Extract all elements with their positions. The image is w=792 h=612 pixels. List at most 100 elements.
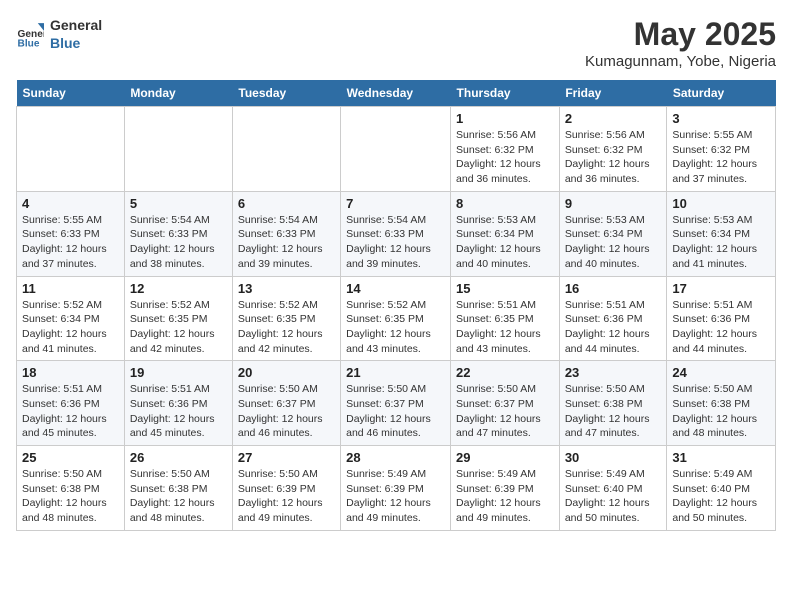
day-number: 7 [346, 196, 445, 211]
calendar-cell: 11 Sunrise: 5:52 AM Sunset: 6:34 PM Dayli… [17, 276, 125, 361]
calendar-cell [17, 107, 125, 192]
calendar-body: 1 Sunrise: 5:56 AM Sunset: 6:32 PM Daylig… [17, 107, 776, 531]
day-info: Sunrise: 5:51 AM Sunset: 6:36 PM Dayligh… [672, 298, 770, 357]
day-info: Sunrise: 5:51 AM Sunset: 6:36 PM Dayligh… [565, 298, 662, 357]
header-day-wednesday: Wednesday [341, 80, 451, 107]
calendar-cell: 12Sunrise: 5:52 AM Sunset: 6:35 PM Dayli… [124, 276, 232, 361]
page-title: May 2025 [585, 16, 776, 53]
calendar-cell: 27Sunrise: 5:50 AM Sunset: 6:39 PM Dayli… [232, 446, 340, 531]
calendar-cell: 22 Sunrise: 5:50 AM Sunset: 6:37 PM Dayli… [451, 361, 560, 446]
calendar-cell: 26 Sunrise: 5:50 AM Sunset: 6:38 PM Dayli… [124, 446, 232, 531]
day-info: Sunrise: 5:49 AM Sunset: 6:40 PM Dayligh… [565, 467, 662, 526]
calendar-cell: 19 Sunrise: 5:51 AM Sunset: 6:36 PM Dayli… [124, 361, 232, 446]
day-number: 16 [565, 281, 662, 296]
day-number: 20 [238, 365, 335, 380]
day-info: Sunrise: 5:55 AM Sunset: 6:32 PM Dayligh… [672, 128, 770, 187]
page-header: General Blue General Blue May 2025 Kumag… [16, 16, 776, 70]
day-number: 11 [22, 281, 119, 296]
logo-general-text: General [50, 16, 102, 34]
calendar-cell [232, 107, 340, 192]
calendar-cell: 24Sunrise: 5:50 AM Sunset: 6:38 PM Dayli… [667, 361, 776, 446]
day-number: 5 [130, 196, 227, 211]
calendar-cell: 6 Sunrise: 5:54 AM Sunset: 6:33 PM Daylig… [232, 191, 340, 276]
logo-blue-text: Blue [50, 34, 102, 52]
week-row-4: 18 Sunrise: 5:51 AM Sunset: 6:36 PM Dayli… [17, 361, 776, 446]
header-day-monday: Monday [124, 80, 232, 107]
day-info: Sunrise: 5:54 AM Sunset: 6:33 PM Dayligh… [130, 213, 227, 272]
day-number: 31 [672, 450, 770, 465]
day-info: Sunrise: 5:52 AM Sunset: 6:35 PM Dayligh… [346, 298, 445, 357]
day-number: 27 [238, 450, 335, 465]
svg-text:Blue: Blue [18, 39, 40, 49]
day-number: 17 [672, 281, 770, 296]
day-number: 9 [565, 196, 662, 211]
calendar-cell: 9 Sunrise: 5:53 AM Sunset: 6:34 PM Daylig… [559, 191, 667, 276]
calendar-cell: 28Sunrise: 5:49 AM Sunset: 6:39 PM Dayli… [341, 446, 451, 531]
day-info: Sunrise: 5:53 AM Sunset: 6:34 PM Dayligh… [456, 213, 554, 272]
day-info: Sunrise: 5:53 AM Sunset: 6:34 PM Dayligh… [565, 213, 662, 272]
calendar-cell: 3 Sunrise: 5:55 AM Sunset: 6:32 PM Daylig… [667, 107, 776, 192]
day-info: Sunrise: 5:52 AM Sunset: 6:35 PM Dayligh… [130, 298, 227, 357]
day-number: 18 [22, 365, 119, 380]
day-info: Sunrise: 5:50 AM Sunset: 6:37 PM Dayligh… [346, 382, 445, 441]
calendar-cell: 21 Sunrise: 5:50 AM Sunset: 6:37 PM Dayli… [341, 361, 451, 446]
day-number: 14 [346, 281, 445, 296]
calendar-cell: 14 Sunrise: 5:52 AM Sunset: 6:35 PM Dayli… [341, 276, 451, 361]
header-day-thursday: Thursday [451, 80, 560, 107]
week-row-3: 11 Sunrise: 5:52 AM Sunset: 6:34 PM Dayli… [17, 276, 776, 361]
day-number: 2 [565, 111, 662, 126]
title-block: May 2025 Kumagunnam, Yobe, Nigeria [585, 16, 776, 70]
day-info: Sunrise: 5:56 AM Sunset: 6:32 PM Dayligh… [565, 128, 662, 187]
week-row-1: 1 Sunrise: 5:56 AM Sunset: 6:32 PM Daylig… [17, 107, 776, 192]
day-info: Sunrise: 5:54 AM Sunset: 6:33 PM Dayligh… [238, 213, 335, 272]
day-number: 6 [238, 196, 335, 211]
day-number: 30 [565, 450, 662, 465]
calendar-cell: 25Sunrise: 5:50 AM Sunset: 6:38 PM Dayli… [17, 446, 125, 531]
day-info: Sunrise: 5:50 AM Sunset: 6:38 PM Dayligh… [565, 382, 662, 441]
day-number: 13 [238, 281, 335, 296]
header-day-friday: Friday [559, 80, 667, 107]
calendar-cell: 29 Sunrise: 5:49 AM Sunset: 6:39 PM Dayli… [451, 446, 560, 531]
calendar-cell [124, 107, 232, 192]
day-number: 15 [456, 281, 554, 296]
day-number: 3 [672, 111, 770, 126]
day-number: 29 [456, 450, 554, 465]
header-row: SundayMondayTuesdayWednesdayThursdayFrid… [17, 80, 776, 107]
day-info: Sunrise: 5:49 AM Sunset: 6:40 PM Dayligh… [672, 467, 770, 526]
day-info: Sunrise: 5:50 AM Sunset: 6:37 PM Dayligh… [456, 382, 554, 441]
day-number: 24 [672, 365, 770, 380]
day-info: Sunrise: 5:51 AM Sunset: 6:36 PM Dayligh… [130, 382, 227, 441]
day-number: 19 [130, 365, 227, 380]
day-number: 22 [456, 365, 554, 380]
day-info: Sunrise: 5:51 AM Sunset: 6:35 PM Dayligh… [456, 298, 554, 357]
day-number: 26 [130, 450, 227, 465]
day-info: Sunrise: 5:52 AM Sunset: 6:35 PM Dayligh… [238, 298, 335, 357]
header-day-sunday: Sunday [17, 80, 125, 107]
calendar-cell: 8 Sunrise: 5:53 AM Sunset: 6:34 PM Daylig… [451, 191, 560, 276]
day-info: Sunrise: 5:50 AM Sunset: 6:37 PM Dayligh… [238, 382, 335, 441]
day-info: Sunrise: 5:49 AM Sunset: 6:39 PM Dayligh… [456, 467, 554, 526]
page-subtitle: Kumagunnam, Yobe, Nigeria [585, 53, 776, 70]
day-number: 1 [456, 111, 554, 126]
day-number: 28 [346, 450, 445, 465]
day-info: Sunrise: 5:56 AM Sunset: 6:32 PM Dayligh… [456, 128, 554, 187]
day-info: Sunrise: 5:52 AM Sunset: 6:34 PM Dayligh… [22, 298, 119, 357]
calendar-cell: 20 Sunrise: 5:50 AM Sunset: 6:37 PM Dayli… [232, 361, 340, 446]
day-info: Sunrise: 5:54 AM Sunset: 6:33 PM Dayligh… [346, 213, 445, 272]
header-day-tuesday: Tuesday [232, 80, 340, 107]
day-info: Sunrise: 5:53 AM Sunset: 6:34 PM Dayligh… [672, 213, 770, 272]
calendar-cell: 15 Sunrise: 5:51 AM Sunset: 6:35 PM Dayli… [451, 276, 560, 361]
calendar-cell: 7 Sunrise: 5:54 AM Sunset: 6:33 PM Daylig… [341, 191, 451, 276]
calendar-cell: 23 Sunrise: 5:50 AM Sunset: 6:38 PM Dayli… [559, 361, 667, 446]
calendar-cell: 16 Sunrise: 5:51 AM Sunset: 6:36 PM Dayli… [559, 276, 667, 361]
day-number: 23 [565, 365, 662, 380]
day-number: 8 [456, 196, 554, 211]
calendar-cell: 30 Sunrise: 5:49 AM Sunset: 6:40 PM Dayli… [559, 446, 667, 531]
calendar-cell: 31 Sunrise: 5:49 AM Sunset: 6:40 PM Dayli… [667, 446, 776, 531]
day-info: Sunrise: 5:50 AM Sunset: 6:38 PM Dayligh… [130, 467, 227, 526]
day-info: Sunrise: 5:55 AM Sunset: 6:33 PM Dayligh… [22, 213, 119, 272]
header-day-saturday: Saturday [667, 80, 776, 107]
day-number: 21 [346, 365, 445, 380]
calendar-cell: 18Sunrise: 5:51 AM Sunset: 6:36 PM Dayli… [17, 361, 125, 446]
day-number: 25 [22, 450, 119, 465]
